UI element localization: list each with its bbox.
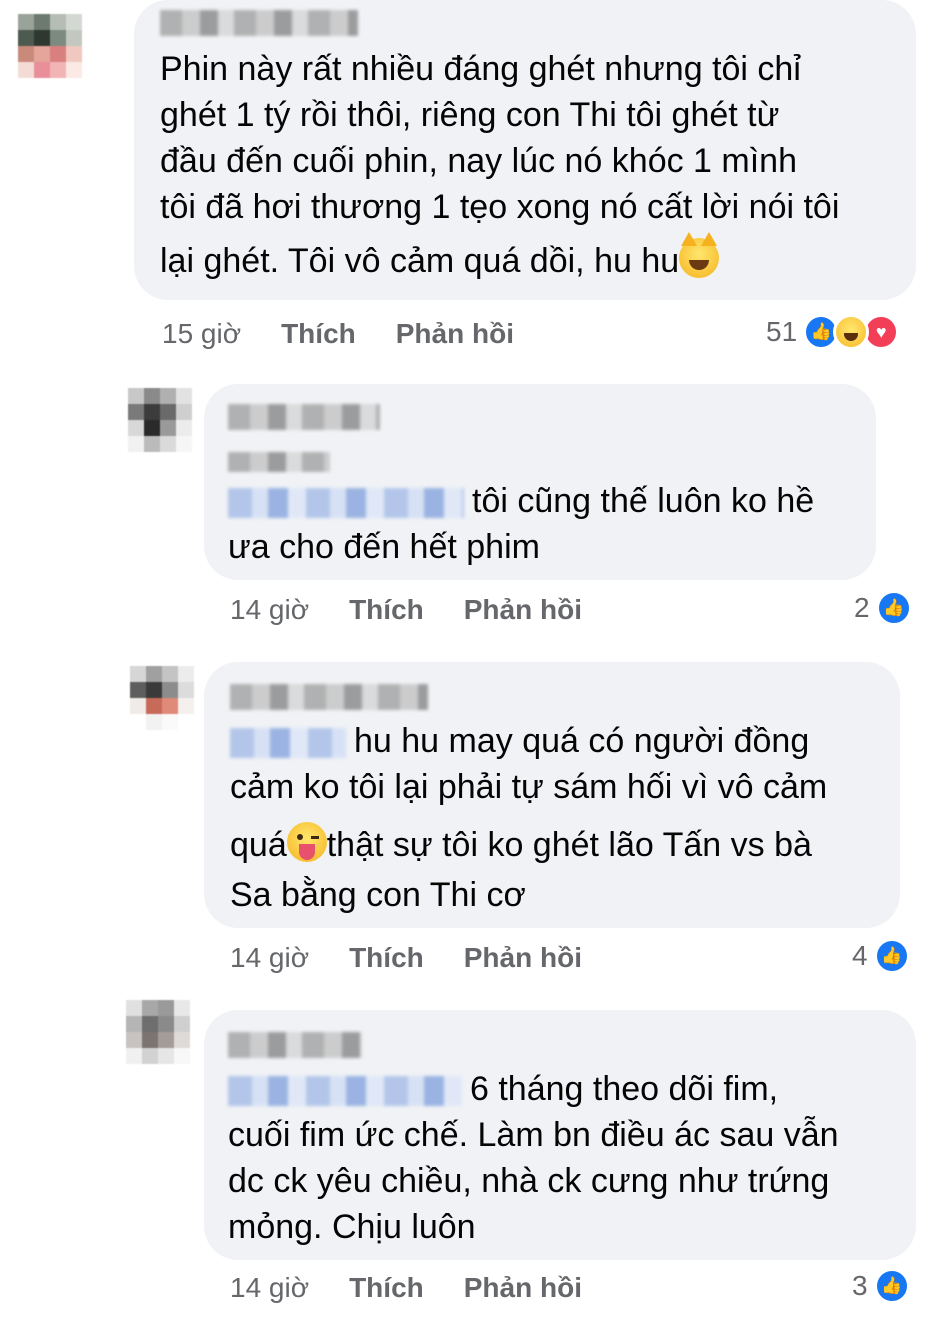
winking-tongue-face-icon (286, 822, 327, 862)
reply-button[interactable]: Phản hồi (396, 318, 514, 349)
comment-text: Phin này rất nhiều đáng ghét nhưng tôi c… (160, 50, 840, 280)
author-name[interactable] (230, 684, 428, 710)
timestamp[interactable]: 15 giờ (162, 318, 241, 349)
comment-actions: 14 giờ Thích Phản hồi (230, 942, 582, 974)
reaction-summary[interactable]: 51 👍 ♥ (766, 314, 900, 350)
timestamp[interactable]: 14 giờ (230, 594, 309, 625)
author-name[interactable] (228, 1032, 362, 1058)
like-button[interactable]: Thích (349, 942, 424, 973)
like-button[interactable]: Thích (349, 594, 424, 625)
reaction-count: 4 (852, 940, 868, 971)
reply-button[interactable]: Phản hồi (464, 1272, 582, 1303)
author-name-line-2 (228, 452, 330, 472)
reply-button[interactable]: Phản hồi (464, 942, 582, 973)
haha-icon (833, 314, 870, 350)
avatar[interactable] (18, 14, 82, 78)
mention-tag[interactable] (228, 488, 464, 519)
avatar[interactable] (130, 666, 194, 730)
comment-actions: 15 giờ Thích Phản hồi (162, 318, 514, 350)
reaction-summary[interactable]: 3 👍 (852, 1268, 910, 1304)
timestamp[interactable]: 14 giờ (230, 942, 309, 973)
comment-actions: 14 giờ Thích Phản hồi (230, 1272, 582, 1304)
like-icon: 👍 (873, 938, 910, 974)
like-icon: 👍 (873, 1268, 910, 1304)
reaction-count: 3 (852, 1270, 868, 1301)
mention-tag[interactable] (228, 1076, 462, 1107)
laughing-cat-icon (679, 232, 720, 278)
like-button[interactable]: Thích (349, 1272, 424, 1303)
author-name[interactable] (228, 404, 380, 430)
comment-text: 6 tháng theo dõi fim, cuối fim ức chế. L… (228, 1070, 839, 1246)
reaction-summary[interactable]: 2 👍 (854, 590, 912, 626)
comment-text: tôi cũng thế luôn ko hề ưa cho đến hết p… (228, 482, 815, 566)
avatar[interactable] (128, 388, 192, 452)
author-name[interactable] (160, 10, 358, 36)
reaction-summary[interactable]: 4 👍 (852, 938, 910, 974)
comment-text: hu hu may quá có người đồng cảm ko tôi l… (230, 722, 828, 914)
comment-actions: 14 giờ Thích Phản hồi (230, 594, 582, 626)
reaction-count: 2 (854, 592, 870, 623)
like-icon: 👍 (875, 590, 912, 626)
like-button[interactable]: Thích (281, 318, 356, 349)
reaction-count: 51 (766, 316, 798, 347)
avatar[interactable] (126, 1000, 190, 1064)
reply-button[interactable]: Phản hồi (464, 594, 582, 625)
timestamp[interactable]: 14 giờ (230, 1272, 309, 1303)
mention-tag[interactable] (230, 728, 346, 759)
